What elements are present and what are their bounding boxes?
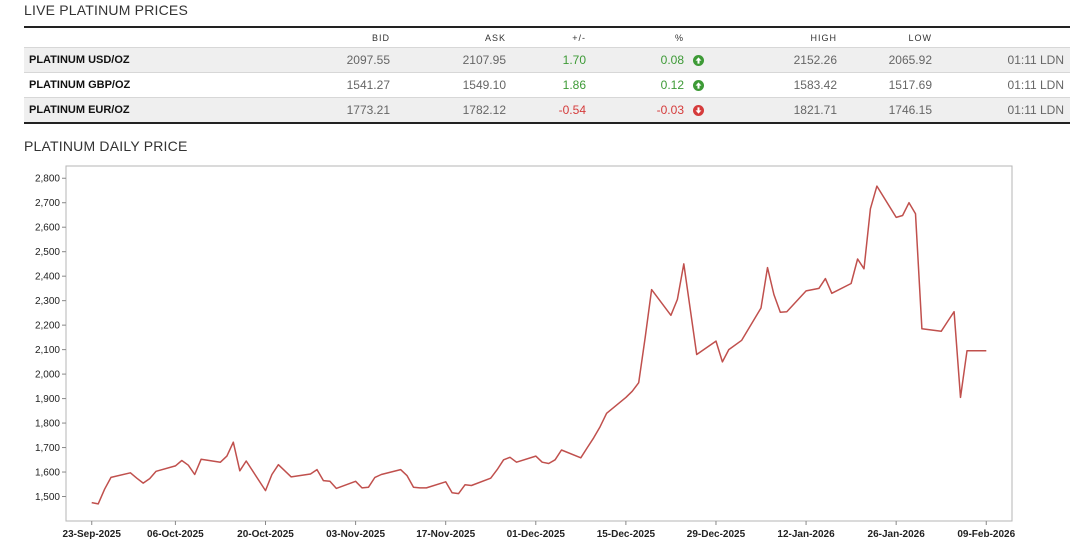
y-tick-label: 2,200 [35,321,60,332]
price-chart: 1,500 1,600 1,700 1,800 1,900 2,000 2,100 2,200… [35,165,1016,540]
arrow-up-icon [684,72,712,98]
live-prices-title: LIVE PLATINUM PRICES [24,2,189,18]
row-change: 1.70 [506,47,586,73]
live-prices-table: BID ASK +/- % HIGH LOW PLATINUM USD/OZ 2… [24,26,1070,124]
arrow-down-icon [684,97,712,124]
row-pct: -0.03 [586,97,684,124]
row-name: PLATINUM USD/OZ [24,47,249,73]
x-tick-label: 03-Nov-2025 [326,529,385,540]
x-tick-label: 29-Dec-2025 [687,529,746,540]
x-tick-label: 01-Dec-2025 [507,529,566,540]
plot-frame [65,165,1013,522]
x-axis: 23-Sep-2025 06-Oct-2025 20-Oct-2025 03-Nov-… [63,521,1016,540]
row-name: PLATINUM EUR/OZ [24,97,249,124]
row-bid: 1773.21 [249,97,390,124]
header-ask: ASK [484,32,506,43]
table-row[interactable]: PLATINUM EUR/OZ 1773.21 1782.12 -0.54 -0… [24,97,1070,124]
row-change: -0.54 [506,97,586,124]
table-header-row: BID ASK +/- % HIGH LOW [24,27,1070,48]
y-tick-label: 2,700 [35,198,60,209]
y-tick-label: 2,300 [35,296,60,307]
x-tick-label: 23-Sep-2025 [63,529,122,540]
y-tick-label: 2,800 [35,174,60,185]
row-time: 01:11 LDN [932,97,1070,124]
row-ask: 1549.10 [390,72,506,98]
row-time: 01:11 LDN [932,72,1070,98]
row-time: 01:11 LDN [932,47,1070,73]
header-time [932,27,1070,48]
x-tick-label: 15-Dec-2025 [597,529,656,540]
row-high: 1583.42 [712,72,837,98]
row-pct: 0.08 [586,47,684,73]
y-tick-label: 2,100 [35,345,60,356]
row-ask: 2107.95 [390,47,506,73]
header-low: LOW [908,32,932,43]
x-tick-label: 09-Feb-2026 [957,529,1015,540]
header-bid: BID [371,32,390,43]
y-tick-label: 2,400 [35,272,60,283]
header-high: HIGH [810,32,837,43]
table-row[interactable]: PLATINUM USD/OZ 2097.55 2107.95 1.70 0.0… [24,47,1070,73]
header-icon [684,27,712,48]
y-tick-label: 2,500 [35,247,60,258]
table-row[interactable]: PLATINUM GBP/OZ 1541.27 1549.10 1.86 0.1… [24,72,1070,98]
y-axis: 1,500 1,600 1,700 1,800 1,900 2,000 2,100 2,200… [35,174,66,503]
row-high: 2152.26 [712,47,837,73]
row-change: 1.86 [506,72,586,98]
x-tick-label: 12-Jan-2026 [777,529,835,540]
row-low: 1517.69 [837,72,932,98]
x-tick-label: 06-Oct-2025 [147,529,204,540]
x-tick-label: 26-Jan-2026 [868,529,926,540]
header-name [24,27,249,48]
y-tick-label: 1,500 [35,492,60,503]
row-bid: 1541.27 [249,72,390,98]
row-high: 1821.71 [712,97,837,124]
row-name: PLATINUM GBP/OZ [24,72,249,98]
y-tick-label: 2,000 [35,370,60,381]
x-tick-label: 20-Oct-2025 [237,529,294,540]
header-change: +/- [572,32,586,43]
row-low: 1746.15 [837,97,932,124]
chart-title: PLATINUM DAILY PRICE [24,138,188,154]
y-tick-label: 1,700 [35,443,60,454]
row-ask: 1782.12 [390,97,506,124]
x-tick-label: 17-Nov-2025 [416,529,475,540]
arrow-up-icon [684,47,712,73]
row-bid: 2097.55 [249,47,390,73]
y-tick-label: 1,900 [35,394,60,405]
header-pct: % [674,32,684,43]
row-low: 2065.92 [837,47,932,73]
y-tick-label: 1,600 [35,468,60,479]
row-pct: 0.12 [586,72,684,98]
y-tick-label: 1,800 [35,419,60,430]
y-tick-label: 2,600 [35,223,60,234]
